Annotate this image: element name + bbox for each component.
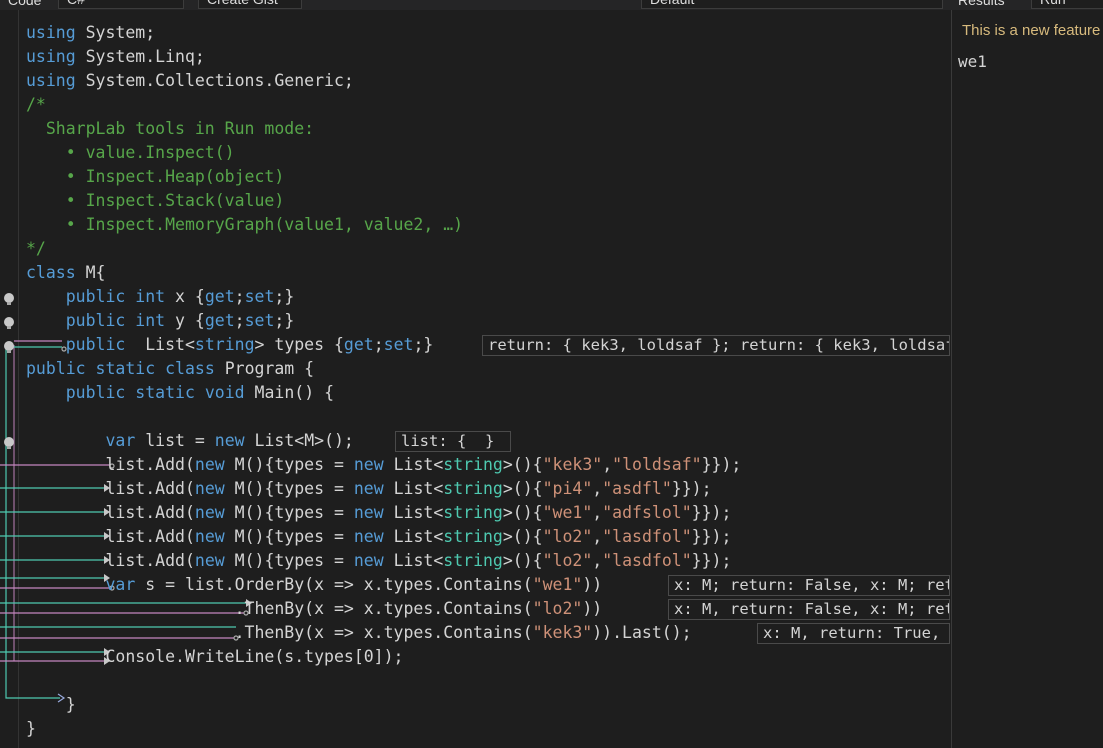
- code-line: public int x {get;set;}: [65, 287, 295, 306]
- results-pane: This is a new feature we1: [951, 10, 1103, 748]
- code-line: class M{: [26, 263, 106, 282]
- code-line: list.Add(new M(){types = new List<string…: [26, 455, 742, 474]
- code-line: list.Add(new M(){types = new List<string…: [26, 551, 732, 570]
- output-mode-select[interactable]: Run: [1031, 0, 1103, 9]
- code-line: public static void Main() {: [65, 383, 334, 402]
- code-line: list.Add(new M(){types = new List<string…: [26, 527, 732, 546]
- code-line: list.Add(new M(){types = new List<string…: [26, 479, 712, 498]
- lightbulb-icon[interactable]: [4, 341, 14, 353]
- code-line: • Inspect.Stack(value): [26, 191, 285, 210]
- code-line: public List<string> types {get;set;}: [65, 335, 434, 354]
- code-line: }: [26, 719, 36, 738]
- code-line: using System;: [26, 23, 156, 42]
- flow-value-box: x: M, return: True, x: M; return: False: [757, 623, 950, 644]
- code-line: list.Add(new M(){types = new List<string…: [26, 503, 732, 522]
- code-line: /*: [26, 95, 46, 114]
- code-line: .ThenBy(x => x.types.Contains("kek3")).L…: [26, 623, 692, 642]
- code-line: */: [26, 239, 46, 258]
- new-feature-notice: This is a new feature: [962, 22, 1101, 39]
- code-line: Console.WriteLine(s.types[0]);: [26, 647, 404, 666]
- lightbulb-icon[interactable]: [4, 293, 14, 305]
- lightbulb-icon[interactable]: [4, 317, 14, 329]
- code-line: public int y {get;set;}: [65, 311, 295, 330]
- code-line: }: [26, 695, 76, 714]
- flow-value-box: return: { kek3, loldsaf }; return: { kek…: [482, 335, 950, 356]
- flow-value-box: x: M; return: False, x: M; return: True: [668, 575, 950, 596]
- flow-value-box: x: M, return: False, x: M; return: True: [668, 599, 950, 620]
- code-line: .ThenBy(x => x.types.Contains("lo2")): [26, 599, 603, 618]
- lightbulb-icon[interactable]: [4, 437, 14, 449]
- code-line: var s = list.OrderBy(x => x.types.Contai…: [105, 575, 603, 594]
- results-label: Results: [958, 0, 1005, 8]
- code-line: var list = new List<M>();: [105, 431, 354, 450]
- code-line: public static class Program {: [26, 359, 315, 378]
- code-line: SharpLab tools in Run mode:: [26, 119, 315, 138]
- code-line: • value.Inspect(): [26, 143, 235, 162]
- run-output: we1: [958, 52, 987, 71]
- flow-value-box: list: { }: [395, 431, 511, 452]
- code-line: using System.Collections.Generic;: [26, 71, 354, 90]
- code-line: • Inspect.Heap(object): [26, 167, 285, 186]
- code-line: using System.Linq;: [26, 47, 205, 66]
- code-line: • Inspect.MemoryGraph(value1, value2, …): [26, 215, 464, 234]
